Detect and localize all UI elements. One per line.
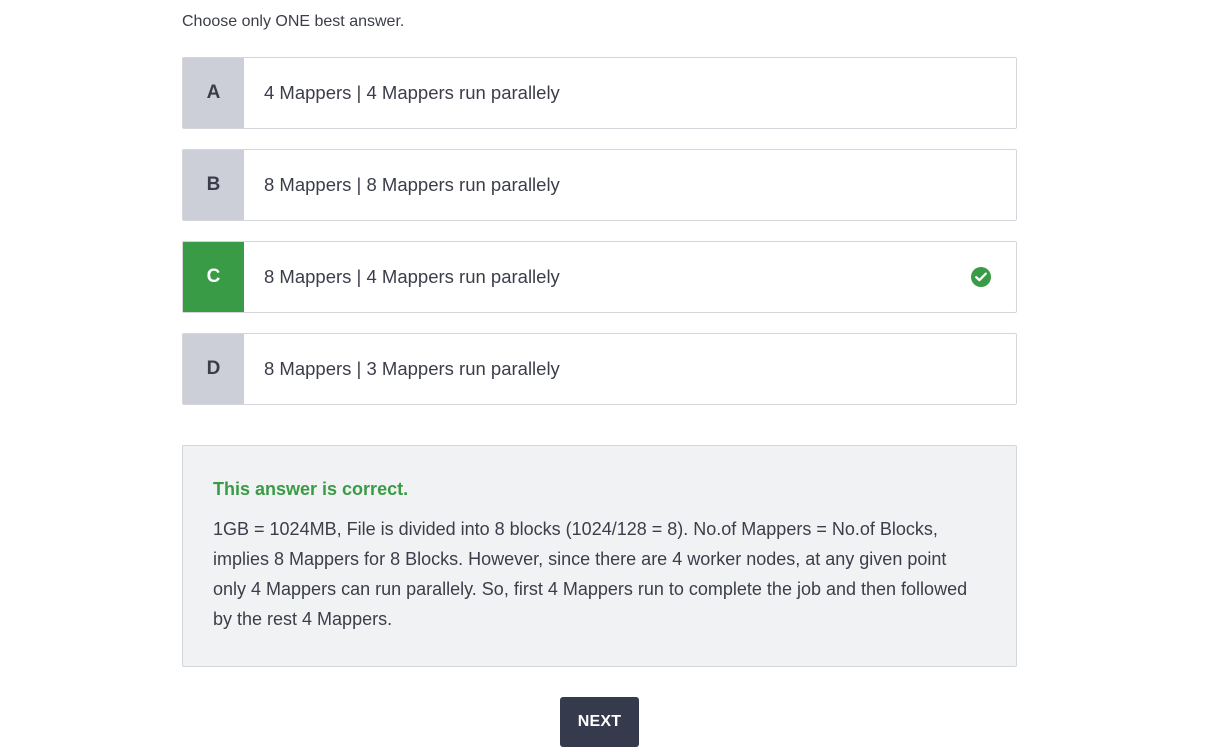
option-letter: C (183, 242, 244, 312)
feedback-status: This answer is correct. (213, 479, 409, 499)
feedback-panel: This answer is correct. 1GB = 1024MB, Fi… (182, 445, 1017, 667)
check-circle-icon (971, 267, 991, 287)
option-letter: D (183, 334, 244, 404)
option-text: 8 Mappers | 4 Mappers run parallely (264, 266, 560, 287)
answer-option-d[interactable]: D 8 Mappers | 3 Mappers run parallely (182, 333, 1017, 405)
option-text: 4 Mappers | 4 Mappers run parallely (264, 82, 560, 103)
option-letter: A (183, 58, 244, 128)
instruction-text: Choose only ONE best answer. (182, 13, 405, 30)
next-button[interactable]: NEXT (560, 697, 639, 747)
answer-option-a[interactable]: A 4 Mappers | 4 Mappers run parallely (182, 57, 1017, 129)
option-text: 8 Mappers | 8 Mappers run parallely (264, 174, 560, 195)
answer-option-b[interactable]: B 8 Mappers | 8 Mappers run parallely (182, 149, 1017, 221)
option-letter: B (183, 150, 244, 220)
answer-option-c[interactable]: C 8 Mappers | 4 Mappers run parallely (182, 241, 1017, 313)
feedback-explanation: 1GB = 1024MB, File is divided into 8 blo… (213, 519, 968, 629)
option-text: 8 Mappers | 3 Mappers run parallely (264, 358, 560, 379)
